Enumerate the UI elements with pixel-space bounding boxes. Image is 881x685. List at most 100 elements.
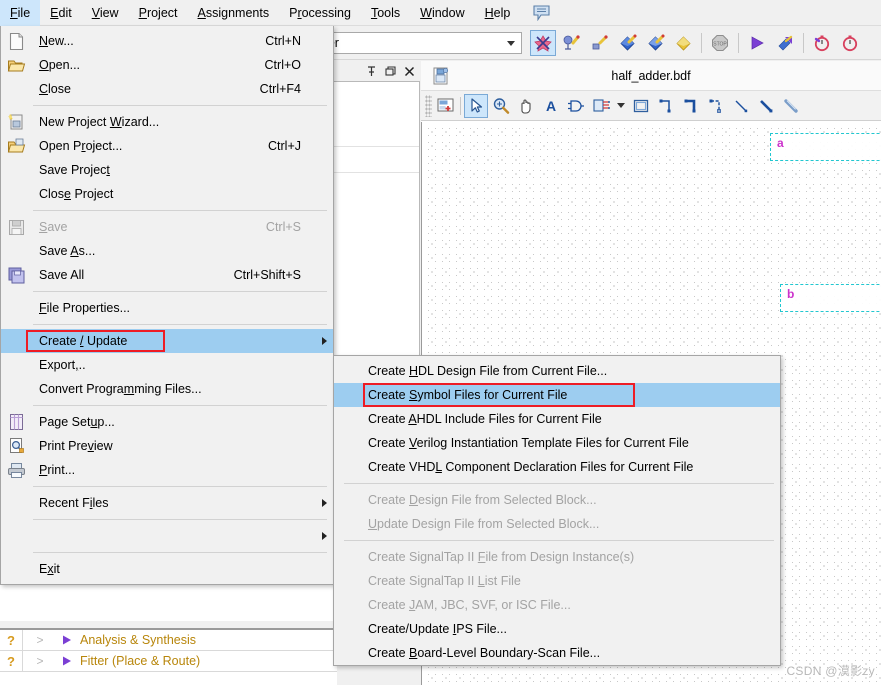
- menubar-item-processing[interactable]: Processing: [279, 0, 361, 26]
- menu-item-recent-projects[interactable]: [1, 524, 333, 548]
- menu-item-exit[interactable]: Exit: [1, 557, 333, 581]
- menu-item-file-properties[interactable]: File Properties...: [1, 296, 333, 320]
- create-update-submenu-popup[interactable]: Create HDL Design File from Current File…: [333, 355, 781, 666]
- close-icon[interactable]: [403, 65, 416, 78]
- selection-tool-icon[interactable]: [464, 93, 488, 118]
- toolbar-grip[interactable]: [425, 94, 432, 117]
- svg-text:A: A: [546, 98, 556, 114]
- menu-item-close-project[interactable]: Close Project: [1, 182, 333, 206]
- menubar-item-assignments[interactable]: Assignments: [188, 0, 280, 26]
- expand-chevron-icon[interactable]: >: [22, 633, 58, 647]
- menubar-item-edit[interactable]: Edit: [40, 0, 82, 26]
- menu-item-print[interactable]: Print...: [1, 458, 333, 482]
- menu-item-label: Open...: [39, 58, 81, 72]
- symbol-tool-icon[interactable]: [564, 94, 588, 118]
- menu-item-new-project-wizard[interactable]: New Project Wizard...: [1, 110, 333, 134]
- hand-tool-icon[interactable]: [514, 94, 538, 118]
- menubar-item-help[interactable]: Help: [475, 0, 521, 26]
- analysis-elaboration-icon[interactable]: [558, 30, 584, 56]
- menubar-item-view[interactable]: View: [82, 0, 129, 26]
- save-all-icon: [1, 263, 31, 287]
- submenu-item-create-update-ips-file[interactable]: Create/Update IPS File...: [334, 617, 780, 641]
- restore-icon[interactable]: [384, 65, 397, 78]
- start-simulation-icon[interactable]: [744, 30, 770, 56]
- text-tool-icon[interactable]: A: [539, 94, 563, 118]
- diagonal-conduit-tool-icon[interactable]: [779, 94, 803, 118]
- zoom-tool-icon[interactable]: [489, 94, 513, 118]
- tool-dropdown-icon[interactable]: [614, 94, 628, 118]
- print-icon: [1, 458, 31, 482]
- menubar-item-project[interactable]: Project: [129, 0, 188, 26]
- menu-separator: [33, 486, 327, 487]
- menu-item-page-setup[interactable]: Page Setup...: [1, 410, 333, 434]
- analysis-synthesis-icon[interactable]: [586, 30, 612, 56]
- submenu-item-create-jam-jbc-svf-isc-file: Create JAM, JBC, SVF, or ISC File...: [334, 593, 780, 617]
- menu-item-label: Save: [39, 220, 68, 234]
- orthogonal-conduit-tool-icon[interactable]: [704, 94, 728, 118]
- speech-bubble-icon[interactable]: [530, 3, 552, 23]
- menu-item-export[interactable]: Export,..: [1, 353, 333, 377]
- menu-item-shortcut: Ctrl+N: [265, 34, 301, 48]
- file-menu-popup[interactable]: New... Ctrl+N Open... Ctrl+O Close Ctrl+…: [0, 26, 334, 585]
- submenu-item-create-hdl-design-file[interactable]: Create HDL Design File from Current File…: [334, 359, 780, 383]
- diagonal-bus-tool-icon[interactable]: [754, 94, 778, 118]
- menu-item-convert-programming-files[interactable]: Convert Programming Files...: [1, 377, 333, 401]
- chevron-down-icon[interactable]: [501, 33, 521, 53]
- menu-item-label: Close: [39, 82, 71, 96]
- menu-item-label: Export,..: [39, 358, 86, 372]
- pin-icon[interactable]: [365, 65, 378, 78]
- task-label: Analysis & Synthesis: [80, 633, 197, 647]
- submenu-item-create-board-level-boundary-scan-file[interactable]: Create Board-Level Boundary-Scan File...: [334, 641, 780, 665]
- menu-item-recent-files[interactable]: Recent Files: [1, 491, 333, 515]
- submenu-item-create-verilog-instantiation-template[interactable]: Create Verilog Instantiation Template Fi…: [334, 431, 780, 455]
- rubberbanding-icon[interactable]: [629, 94, 653, 118]
- input-pin-b[interactable]: b: [780, 284, 881, 312]
- table-row[interactable]: ? > Analysis & Synthesis: [0, 630, 337, 651]
- stop-sign-icon[interactable]: STOP: [707, 30, 733, 56]
- menu-item-shortcut: Ctrl+J: [268, 139, 301, 153]
- menu-item-new[interactable]: New... Ctrl+N: [1, 29, 333, 53]
- new-project-wizard-icon: [1, 110, 31, 134]
- menu-item-label: Create AHDL Include Files for Current Fi…: [368, 412, 602, 426]
- menubar-item-file[interactable]: File: [0, 0, 41, 26]
- orthogonal-bus-tool-icon[interactable]: [679, 94, 703, 118]
- menu-item-label: Print Preview: [39, 439, 113, 453]
- timequest-icon[interactable]: [837, 30, 863, 56]
- timing-analyzer-icon[interactable]: [809, 30, 835, 56]
- expand-chevron-icon[interactable]: >: [22, 654, 58, 668]
- stop-compilation-icon[interactable]: [530, 30, 556, 56]
- submenu-arrow-icon: [315, 532, 333, 540]
- compile-design-icon[interactable]: [642, 30, 668, 56]
- block-tool-icon[interactable]: [589, 94, 613, 118]
- input-pin-a[interactable]: a: [770, 133, 881, 161]
- menubar-item-tools[interactable]: Tools: [361, 0, 410, 26]
- submenu-item-create-symbol-files[interactable]: Create Symbol Files for Current File: [334, 383, 780, 407]
- table-row[interactable]: ? > Fitter (Place & Route): [0, 651, 337, 672]
- fitter-icon[interactable]: [670, 30, 696, 56]
- menu-item-save-project[interactable]: Save Project: [1, 158, 333, 182]
- new-block-symbol-icon[interactable]: [433, 94, 457, 118]
- menu-item-open-project[interactable]: Open Project... Ctrl+J: [1, 134, 333, 158]
- menu-item-label: Create Board-Level Boundary-Scan File...: [368, 646, 601, 660]
- menu-item-print-preview[interactable]: Print Preview: [1, 434, 333, 458]
- play-icon[interactable]: [58, 655, 76, 667]
- menu-item-close[interactable]: Close Ctrl+F4: [1, 77, 333, 101]
- menu-item-label: Create HDL Design File from Current File…: [368, 364, 608, 378]
- menu-item-save-as[interactable]: Save As...: [1, 239, 333, 263]
- menu-item-label: Close Project: [39, 187, 114, 201]
- submenu-item-create-ahdl-include-files[interactable]: Create AHDL Include Files for Current Fi…: [334, 407, 780, 431]
- submenu-item-create-design-file-from-block: Create Design File from Selected Block..…: [334, 488, 780, 512]
- diagonal-node-tool-icon[interactable]: [729, 94, 753, 118]
- play-icon[interactable]: [58, 634, 76, 646]
- pin-label-b: b: [787, 287, 795, 301]
- orthogonal-node-tool-icon[interactable]: [654, 94, 678, 118]
- menu-item-create-update[interactable]: Create / Update: [1, 329, 333, 353]
- menubar-item-window[interactable]: Window: [410, 0, 474, 26]
- editor-tab-title[interactable]: half_adder.bdf: [461, 69, 881, 83]
- run-icon[interactable]: [772, 30, 798, 56]
- start-compilation-icon[interactable]: [614, 30, 640, 56]
- submenu-item-create-vhdl-component-declaration[interactable]: Create VHDL Component Declaration Files …: [334, 455, 780, 479]
- schematic-toolbar: A: [421, 91, 881, 121]
- menu-item-save-all[interactable]: Save All Ctrl+Shift+S: [1, 263, 333, 287]
- menu-item-open[interactable]: Open... Ctrl+O: [1, 53, 333, 77]
